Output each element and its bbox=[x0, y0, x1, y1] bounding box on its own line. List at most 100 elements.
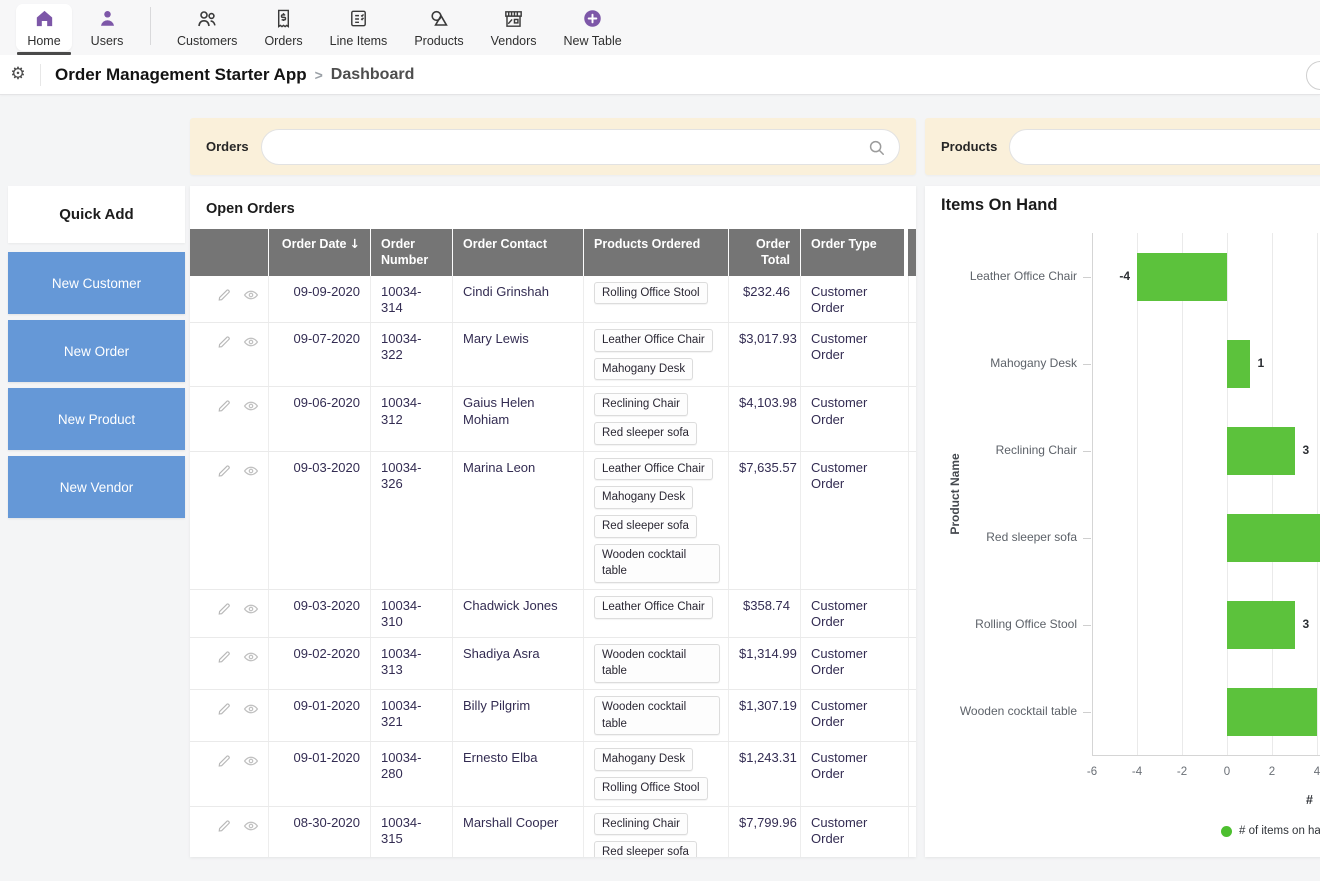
nav-tabs: Home Users CustomersOrdersLine ItemsProduc… bbox=[16, 4, 639, 51]
product-chip[interactable]: Leather Office Chair bbox=[594, 329, 713, 352]
x-tick-label: -4 bbox=[1122, 766, 1152, 778]
cell-order-type: Customer Order bbox=[800, 452, 904, 589]
product-chip[interactable]: Reclining Chair bbox=[594, 393, 688, 416]
header-order-contact[interactable]: Order Contact bbox=[452, 229, 583, 276]
quick-add-title: Quick Add bbox=[59, 206, 133, 223]
product-chip[interactable]: Wooden cocktail table bbox=[594, 644, 720, 683]
search-icon[interactable] bbox=[866, 137, 888, 164]
product-chip[interactable]: Mahogany Desk bbox=[594, 748, 693, 771]
edit-pencil-icon[interactable] bbox=[216, 752, 233, 769]
header-order-number[interactable]: Order Number bbox=[370, 229, 452, 276]
nav-divider bbox=[150, 7, 151, 45]
product-chip[interactable]: Red sleeper sofa bbox=[594, 515, 697, 538]
category-label: Rolling Office Stool bbox=[925, 617, 1077, 631]
edit-pencil-icon[interactable] bbox=[216, 700, 233, 717]
cell-next-column-sliver bbox=[908, 590, 916, 637]
header-order-date[interactable]: Order Date↓ bbox=[268, 229, 370, 276]
cell-order-number: 10034-321 bbox=[370, 690, 452, 741]
cell-order-number: 10034-315 bbox=[370, 807, 452, 857]
cell-row-actions bbox=[190, 387, 268, 450]
cell-order-type: Customer Order bbox=[800, 323, 904, 386]
open-orders-table: Order Date↓Order Number Order Contact Prod… bbox=[190, 229, 916, 857]
legend-label: # of items on hand bbox=[1239, 825, 1320, 837]
product-chip[interactable]: Rolling Office Stool bbox=[594, 282, 708, 305]
line-items-icon bbox=[347, 7, 370, 30]
product-chip[interactable]: Leather Office Chair bbox=[594, 596, 713, 619]
x-axis-title: # bbox=[1306, 793, 1313, 807]
edit-pencil-icon[interactable] bbox=[216, 600, 233, 617]
new-customer-button[interactable]: New Customer bbox=[8, 252, 185, 314]
tab-new-table[interactable]: New Table bbox=[554, 4, 632, 51]
tab-home[interactable]: Home bbox=[16, 4, 72, 51]
new-vendor-button[interactable]: New Vendor bbox=[8, 456, 185, 518]
cell-next-column-sliver bbox=[908, 638, 916, 689]
cell-order-type: Customer Order bbox=[800, 590, 904, 637]
product-chip[interactable]: Mahogany Desk bbox=[594, 486, 693, 509]
cell-products-ordered: Reclining Chair Red sleeper sofa bbox=[583, 387, 728, 450]
edit-pencil-icon[interactable] bbox=[216, 333, 233, 350]
header-order-total[interactable]: Order Total bbox=[728, 229, 800, 276]
edit-pencil-icon[interactable] bbox=[216, 462, 233, 479]
product-chip[interactable]: Leather Office Chair bbox=[594, 458, 713, 481]
orders-search-input[interactable] bbox=[262, 130, 899, 164]
tab-line-items[interactable]: Line Items bbox=[320, 4, 398, 51]
view-eye-icon[interactable] bbox=[242, 286, 260, 304]
table-row: 08-30-202010034-315Marshall CooperReclin… bbox=[190, 807, 916, 857]
category-tick bbox=[1083, 277, 1091, 278]
tab-customers[interactable]: Customers bbox=[167, 4, 247, 51]
product-chip[interactable]: Mahogany Desk bbox=[594, 358, 693, 381]
cell-order-number: 10034-280 bbox=[370, 742, 452, 805]
view-eye-icon[interactable] bbox=[242, 817, 260, 835]
chart-bar bbox=[1137, 253, 1227, 301]
chart-bar bbox=[1227, 514, 1320, 562]
product-chip[interactable]: Rolling Office Stool bbox=[594, 777, 708, 800]
edit-pencil-icon[interactable] bbox=[216, 286, 233, 303]
quick-add-card: Quick Add bbox=[8, 186, 185, 243]
cell-next-column-sliver bbox=[908, 276, 916, 323]
view-eye-icon[interactable] bbox=[242, 700, 260, 718]
app-title[interactable]: Order Management Starter App bbox=[55, 65, 307, 85]
x-tick-label: 2 bbox=[1257, 766, 1287, 778]
product-chip[interactable]: Wooden cocktail table bbox=[594, 696, 720, 735]
products-search-label: Products bbox=[941, 139, 997, 154]
cell-order-total: $7,799.96 bbox=[728, 807, 800, 857]
cell-row-actions bbox=[190, 323, 268, 386]
view-eye-icon[interactable] bbox=[242, 462, 260, 480]
product-chip[interactable]: Wooden cocktail table bbox=[594, 544, 720, 583]
new-table-icon bbox=[581, 7, 604, 30]
tab-orders[interactable]: Orders bbox=[254, 4, 312, 51]
header-order-type[interactable]: Order Type bbox=[800, 229, 904, 276]
category-tick bbox=[1083, 451, 1091, 452]
cell-row-actions bbox=[190, 807, 268, 857]
product-chip[interactable]: Reclining Chair bbox=[594, 813, 688, 836]
new-product-button[interactable]: New Product bbox=[8, 388, 185, 450]
view-eye-icon[interactable] bbox=[242, 333, 260, 351]
tab-products[interactable]: Products bbox=[404, 4, 473, 51]
edit-pencil-icon[interactable] bbox=[216, 817, 233, 834]
view-eye-icon[interactable] bbox=[242, 648, 260, 666]
view-eye-icon[interactable] bbox=[242, 600, 260, 618]
cell-order-type: Customer Order bbox=[800, 276, 904, 323]
tab-vendors[interactable]: Vendors bbox=[481, 4, 547, 51]
view-eye-icon[interactable] bbox=[242, 397, 260, 415]
edit-pencil-icon[interactable] bbox=[216, 397, 233, 414]
settings-button[interactable]: ⚙ bbox=[0, 66, 36, 83]
cell-order-total: $358.74 bbox=[728, 590, 800, 637]
view-eye-icon[interactable] bbox=[242, 752, 260, 770]
tab-users[interactable]: Users bbox=[79, 4, 135, 51]
breadcrumb-separator: > bbox=[315, 67, 323, 83]
cell-order-contact: Gaius Helen Mohiam bbox=[452, 387, 583, 450]
table-row: 09-01-202010034-321Billy PilgrimWooden c… bbox=[190, 690, 916, 742]
product-chip[interactable]: Red sleeper sofa bbox=[594, 841, 697, 857]
new-order-button[interactable]: New Order bbox=[8, 320, 185, 382]
category-tick bbox=[1083, 364, 1091, 365]
category-label: Mahogany Desk bbox=[925, 356, 1077, 370]
product-chip[interactable]: Red sleeper sofa bbox=[594, 422, 697, 445]
partial-circle-button[interactable] bbox=[1306, 61, 1320, 90]
tab-label: Users bbox=[91, 34, 124, 48]
edit-pencil-icon[interactable] bbox=[216, 648, 233, 665]
products-search-input[interactable] bbox=[1010, 130, 1320, 164]
header-label: Order Contact bbox=[463, 237, 547, 251]
cell-order-total: $1,243.31 bbox=[728, 742, 800, 805]
header-products-ordered[interactable]: Products Ordered bbox=[583, 229, 728, 276]
